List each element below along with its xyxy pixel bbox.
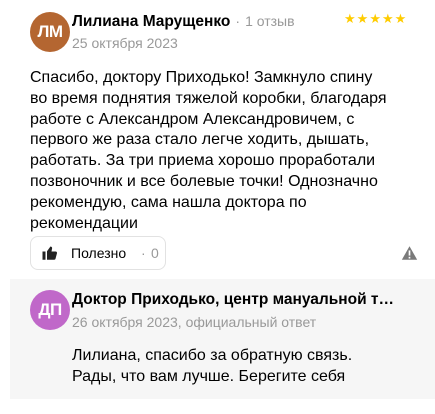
reply-text: Лилиана, спасибо за обратную связь. Рады… [72, 347, 353, 385]
business-avatar[interactable]: ДП [30, 290, 70, 330]
reviewer-header: Лилиана Марущенко · 1 отзыв [72, 13, 295, 31]
warning-icon[interactable] [401, 245, 418, 261]
rating-stars: ★ ★ ★ ★ ★ [344, 12, 406, 26]
star-icon: ★ [344, 11, 356, 26]
helpful-count: 0 [151, 245, 159, 261]
helpful-label: Полезно [71, 245, 127, 261]
business-name[interactable]: Доктор Приходько, центр мануальной т… [72, 291, 394, 308]
helpful-button[interactable]: Полезно · 0 [30, 236, 166, 270]
star-icon: ★ [394, 11, 407, 26]
reviewer-name[interactable]: Лилиана Марущенко [72, 13, 230, 31]
star-icon: ★ [381, 11, 394, 26]
reviewer-review-count: 1 отзыв [245, 13, 295, 29]
review-date: 25 октября 2023 [72, 35, 178, 51]
reviewer-avatar[interactable]: ЛМ [30, 12, 70, 52]
reviewer-avatar-initials: ЛМ [37, 22, 63, 41]
star-icon: ★ [356, 11, 369, 26]
star-icon: ★ [369, 11, 381, 26]
business-avatar-initials: ДП [38, 300, 62, 319]
thumbs-up-icon [42, 246, 58, 260]
reply-date: 26 октября 2023, официальный ответ [72, 314, 317, 330]
helpful-separator: · [141, 245, 146, 261]
header-separator: · [235, 13, 241, 29]
reply-header: Доктор Приходько, центр мануальной т… [72, 291, 394, 309]
review-text: Спасибо, доктору Приходько! Замкнуло спи… [30, 69, 387, 232]
